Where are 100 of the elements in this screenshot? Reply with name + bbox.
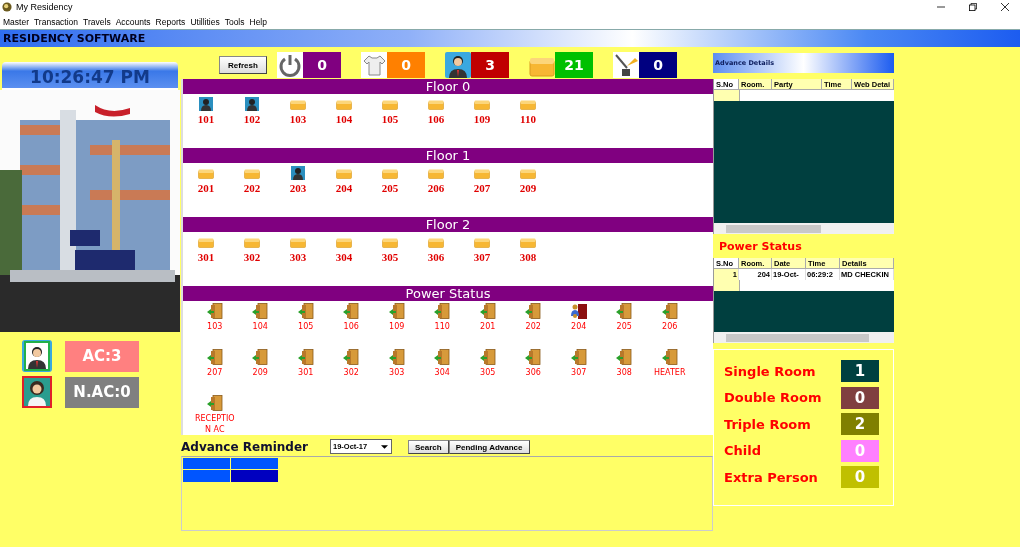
app-heading: RESIDENCY SOFTWARE bbox=[3, 32, 146, 45]
room-number: 308 bbox=[519, 251, 537, 263]
menu-item[interactable]: Utillities bbox=[190, 16, 220, 27]
door-icon[interactable] bbox=[387, 349, 406, 365]
device-label: 305 bbox=[479, 367, 497, 378]
device-label: 303 bbox=[388, 367, 406, 378]
device-label: 207 bbox=[206, 367, 224, 378]
guest-icon[interactable] bbox=[291, 166, 305, 180]
device-label: HEATER bbox=[653, 367, 687, 378]
occupancy-count: N.AC:0 bbox=[65, 376, 139, 408]
close-icon[interactable] bbox=[1001, 3, 1009, 11]
action-button[interactable]: Search bbox=[408, 440, 449, 454]
door-icon[interactable] bbox=[615, 303, 634, 319]
menu-item[interactable]: Transaction bbox=[34, 16, 79, 27]
guest-icon[interactable] bbox=[199, 97, 213, 111]
maximize-icon[interactable] bbox=[969, 3, 977, 11]
door-icon[interactable] bbox=[660, 349, 679, 365]
door-icon[interactable] bbox=[387, 303, 406, 319]
door-icon[interactable] bbox=[524, 303, 543, 319]
door-icon[interactable] bbox=[205, 303, 224, 319]
room-number: 303 bbox=[289, 251, 307, 263]
door-icon[interactable] bbox=[478, 349, 497, 365]
door-icon[interactable] bbox=[660, 303, 679, 319]
room-number: 204 bbox=[335, 182, 353, 194]
room-number: 305 bbox=[381, 251, 399, 263]
section-header: Power Status bbox=[183, 286, 713, 301]
door-icon[interactable] bbox=[569, 349, 588, 365]
action-button[interactable]: Pending Advance bbox=[448, 440, 530, 454]
horizontal-scrollbar[interactable] bbox=[714, 332, 894, 343]
room-type-label: Child bbox=[724, 443, 762, 458]
device-label: 106 bbox=[342, 321, 360, 332]
device-label: 304 bbox=[433, 367, 451, 378]
menu-item[interactable]: Master bbox=[3, 16, 29, 27]
device-label: 308 bbox=[615, 367, 633, 378]
door-icon[interactable] bbox=[524, 349, 543, 365]
device-label: 201 bbox=[479, 321, 497, 332]
door-icon[interactable] bbox=[251, 349, 270, 365]
person-door-icon[interactable] bbox=[569, 303, 588, 319]
door-icon[interactable] bbox=[296, 303, 315, 319]
door-icon[interactable] bbox=[205, 395, 224, 411]
device-label: 202 bbox=[524, 321, 542, 332]
door-icon[interactable] bbox=[205, 349, 224, 365]
menu-item[interactable]: Tools bbox=[224, 16, 245, 27]
door-icon[interactable] bbox=[342, 349, 361, 365]
menu-item[interactable]: Help bbox=[249, 16, 267, 27]
device-label: 109 bbox=[388, 321, 406, 332]
device-label: 206 bbox=[661, 321, 679, 332]
room-number: 302 bbox=[243, 251, 261, 263]
shirt-icon bbox=[361, 52, 387, 78]
room-number: 209 bbox=[519, 182, 537, 194]
room-number: 101 bbox=[197, 113, 215, 125]
device-label: 302 bbox=[342, 367, 360, 378]
refresh-button[interactable]: Refresh bbox=[219, 56, 267, 74]
room-number: 102 bbox=[243, 113, 261, 125]
door-icon[interactable] bbox=[433, 303, 452, 319]
minimize-icon[interactable] bbox=[937, 3, 945, 11]
door-icon[interactable] bbox=[296, 349, 315, 365]
count-badge: 3 bbox=[471, 52, 509, 78]
room-number: 103 bbox=[289, 113, 307, 125]
count-badge: 0 bbox=[841, 439, 879, 462]
count-badge: 0 bbox=[303, 52, 341, 78]
broom-icon bbox=[613, 52, 639, 78]
count-badge: 21 bbox=[555, 52, 593, 78]
section-title: Advance Reminder bbox=[181, 440, 309, 454]
power-icon bbox=[277, 52, 303, 78]
count-badge: 0 bbox=[387, 52, 425, 78]
room-number: 207 bbox=[473, 182, 491, 194]
door-icon[interactable] bbox=[342, 303, 361, 319]
count-badge: 0 bbox=[841, 386, 879, 409]
door-icon[interactable] bbox=[251, 303, 270, 319]
room-number: 203 bbox=[289, 182, 307, 194]
count-badge: 0 bbox=[639, 52, 677, 78]
room-type-label: Double Room bbox=[724, 390, 823, 405]
count-badge: 0 bbox=[841, 466, 879, 488]
floor-header: Floor 1 bbox=[183, 148, 713, 163]
floor-header: Floor 0 bbox=[183, 79, 713, 94]
menu-item[interactable]: Reports bbox=[155, 16, 186, 27]
room-number: 105 bbox=[381, 113, 399, 125]
door-icon[interactable] bbox=[478, 303, 497, 319]
device-label: 307 bbox=[570, 367, 588, 378]
room-number: 106 bbox=[427, 113, 445, 125]
window-title: My Residency bbox=[16, 2, 73, 12]
menu-item[interactable]: Travels bbox=[83, 16, 111, 27]
door-icon[interactable] bbox=[433, 349, 452, 365]
device-label: 110 bbox=[433, 321, 451, 332]
count-badge: 1 bbox=[841, 360, 879, 382]
room-number: 109 bbox=[473, 113, 491, 125]
clock: 10:26:47 PM bbox=[2, 62, 178, 90]
horizontal-scrollbar[interactable] bbox=[714, 223, 894, 234]
device-label: 306 bbox=[524, 367, 542, 378]
door-icon[interactable] bbox=[615, 349, 634, 365]
room-number: 202 bbox=[243, 182, 261, 194]
room-number: 104 bbox=[335, 113, 353, 125]
woman-avatar-icon bbox=[22, 376, 52, 408]
device-label: 204 bbox=[570, 321, 588, 332]
room-type-label: Extra Person bbox=[724, 469, 819, 485]
menu-item[interactable]: Accounts bbox=[115, 16, 151, 27]
guest-icon[interactable] bbox=[245, 97, 259, 111]
dropdown-icon bbox=[381, 444, 388, 449]
device-label: 209 bbox=[251, 367, 269, 378]
